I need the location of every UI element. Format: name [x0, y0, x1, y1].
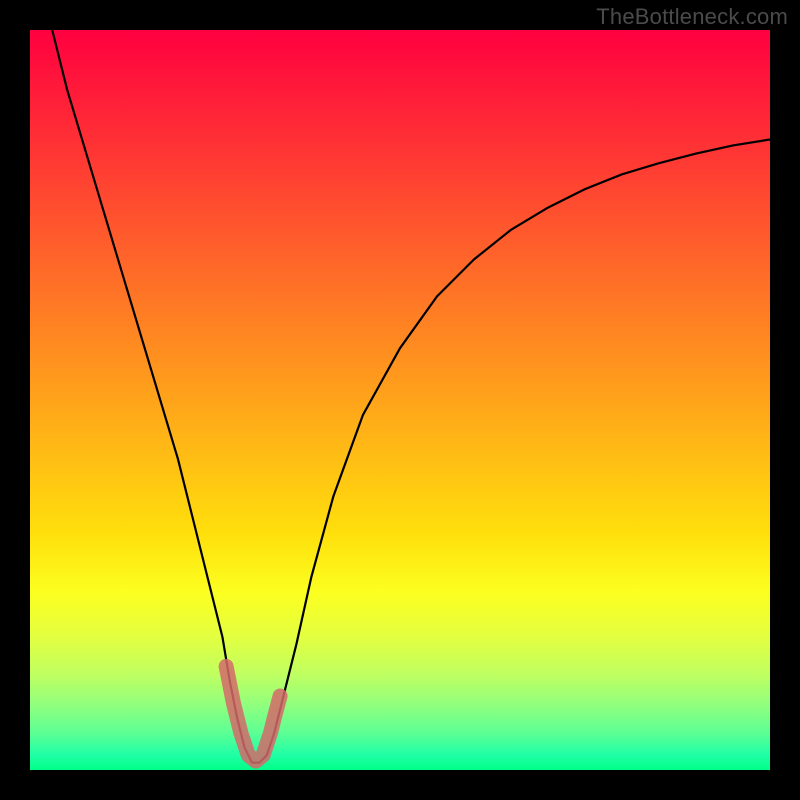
- bottleneck-curve-path: [52, 30, 770, 763]
- chart-frame: TheBottleneck.com: [0, 0, 800, 800]
- curve-layer: [30, 30, 770, 770]
- plot-area: [30, 30, 770, 770]
- valley-marker-path: [226, 666, 280, 761]
- watermark-text: TheBottleneck.com: [596, 4, 788, 30]
